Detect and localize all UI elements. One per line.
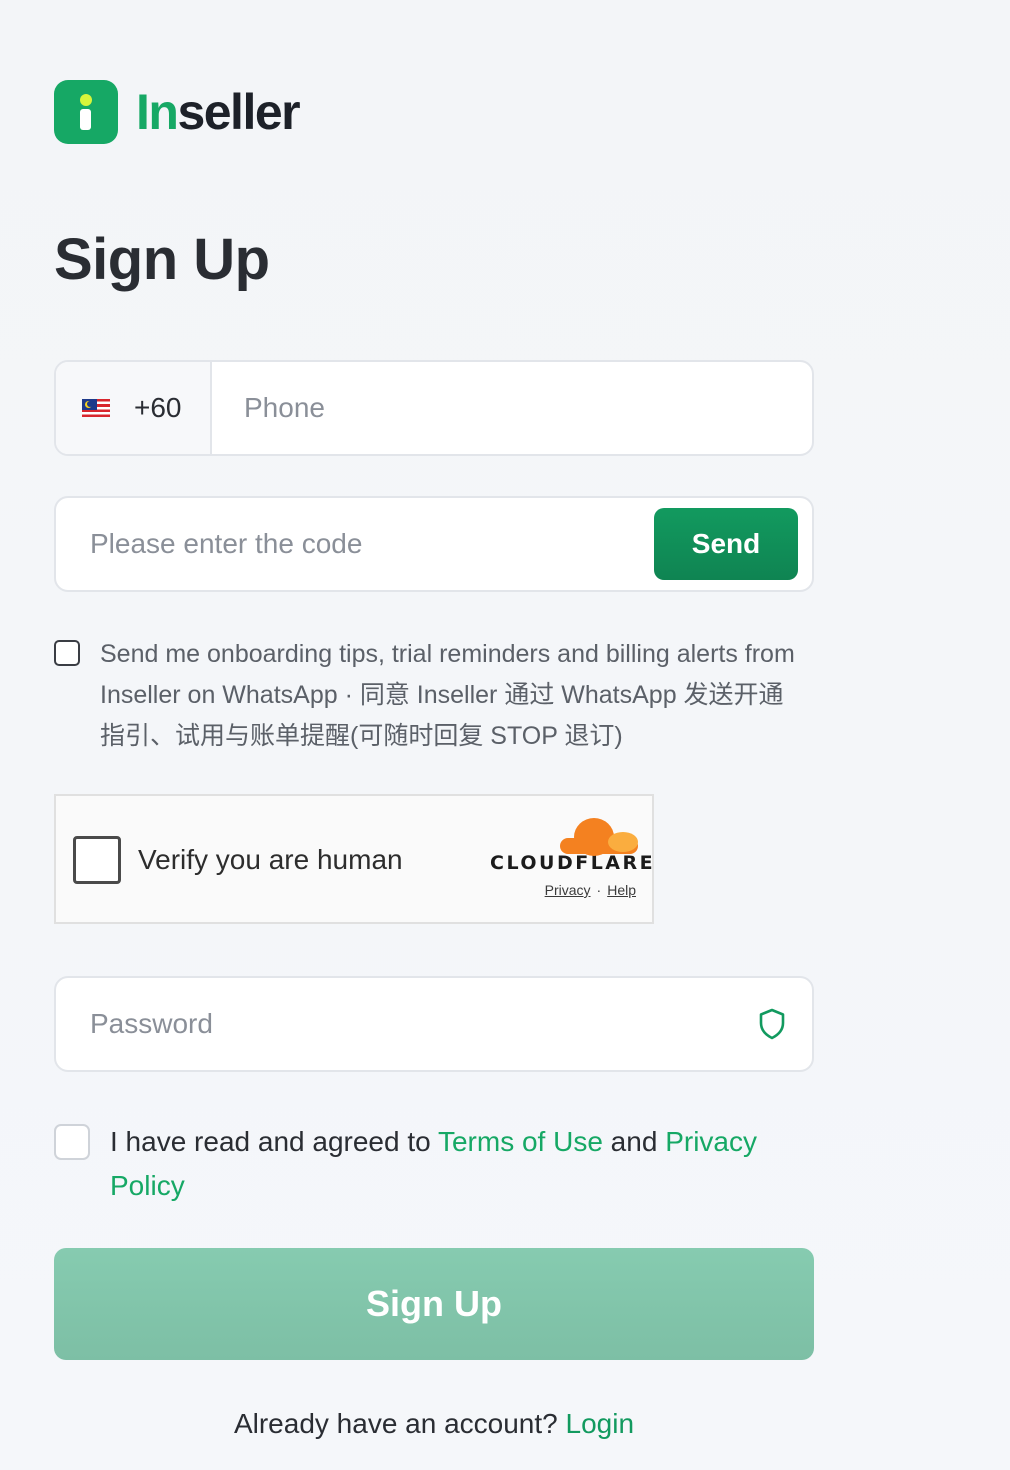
brand-logo[interactable]: Inseller <box>54 80 301 144</box>
captcha-label: Verify you are human <box>138 844 403 875</box>
captcha-privacy-link[interactable]: Privacy <box>545 882 591 898</box>
terms-of-use-link[interactable]: Terms of Use <box>438 1126 603 1157</box>
cloud-icon <box>560 816 640 856</box>
flag-malaysia-icon <box>82 399 110 417</box>
brand-name: Inseller <box>136 83 301 141</box>
brand-name-rest: seller <box>177 84 300 140</box>
password-field <box>54 976 814 1072</box>
login-link[interactable]: Login <box>566 1408 635 1439</box>
whatsapp-consent-text: Send me onboarding tips, trial reminders… <box>100 640 795 750</box>
whatsapp-consent: Send me onboarding tips, trial reminders… <box>54 634 814 757</box>
login-prompt-text: Already have an account? <box>233 1408 566 1439</box>
logo-icon <box>54 80 118 144</box>
terms-checkbox[interactable] <box>54 1124 90 1160</box>
sign-up-button[interactable]: Sign Up <box>54 1248 814 1360</box>
send-code-button[interactable]: Send <box>654 508 798 580</box>
cloudflare-logo: CLOUDFLARE Privacy · Help <box>490 816 656 898</box>
captcha-link-separator: · <box>596 882 602 898</box>
captcha-widget: Verify you are human CLOUDFLARE Privacy ·… <box>54 794 654 924</box>
code-input[interactable] <box>56 498 654 590</box>
captcha-help-link[interactable]: Help <box>607 882 636 898</box>
phone-input[interactable] <box>212 362 812 454</box>
shield-icon[interactable] <box>756 1007 788 1041</box>
captcha-checkbox[interactable] <box>73 836 121 884</box>
login-prompt: Already have an account? Login <box>54 1408 814 1440</box>
page-title: Sign Up <box>54 227 270 292</box>
whatsapp-consent-checkbox[interactable] <box>54 640 80 666</box>
terms-agreement: I have read and agreed to Terms of Use a… <box>54 1120 814 1208</box>
brand-name-accent: In <box>136 84 179 140</box>
terms-text: I have read and agreed to Terms of Use a… <box>110 1120 810 1208</box>
password-input[interactable] <box>56 978 756 1070</box>
verification-code-field: Send <box>54 496 814 592</box>
terms-prefix: I have read and agreed to <box>110 1126 438 1157</box>
captcha-links: Privacy · Help <box>490 882 638 898</box>
dial-code: +60 <box>134 392 182 423</box>
country-code-selector[interactable]: +60 <box>56 362 212 454</box>
terms-middle: and <box>602 1126 666 1157</box>
signup-page: Inseller Sign Up +60 Send Send me onboar… <box>0 0 1010 1470</box>
phone-field: +60 <box>54 360 814 456</box>
cloudflare-wordmark: CLOUDFLARE <box>490 852 656 874</box>
